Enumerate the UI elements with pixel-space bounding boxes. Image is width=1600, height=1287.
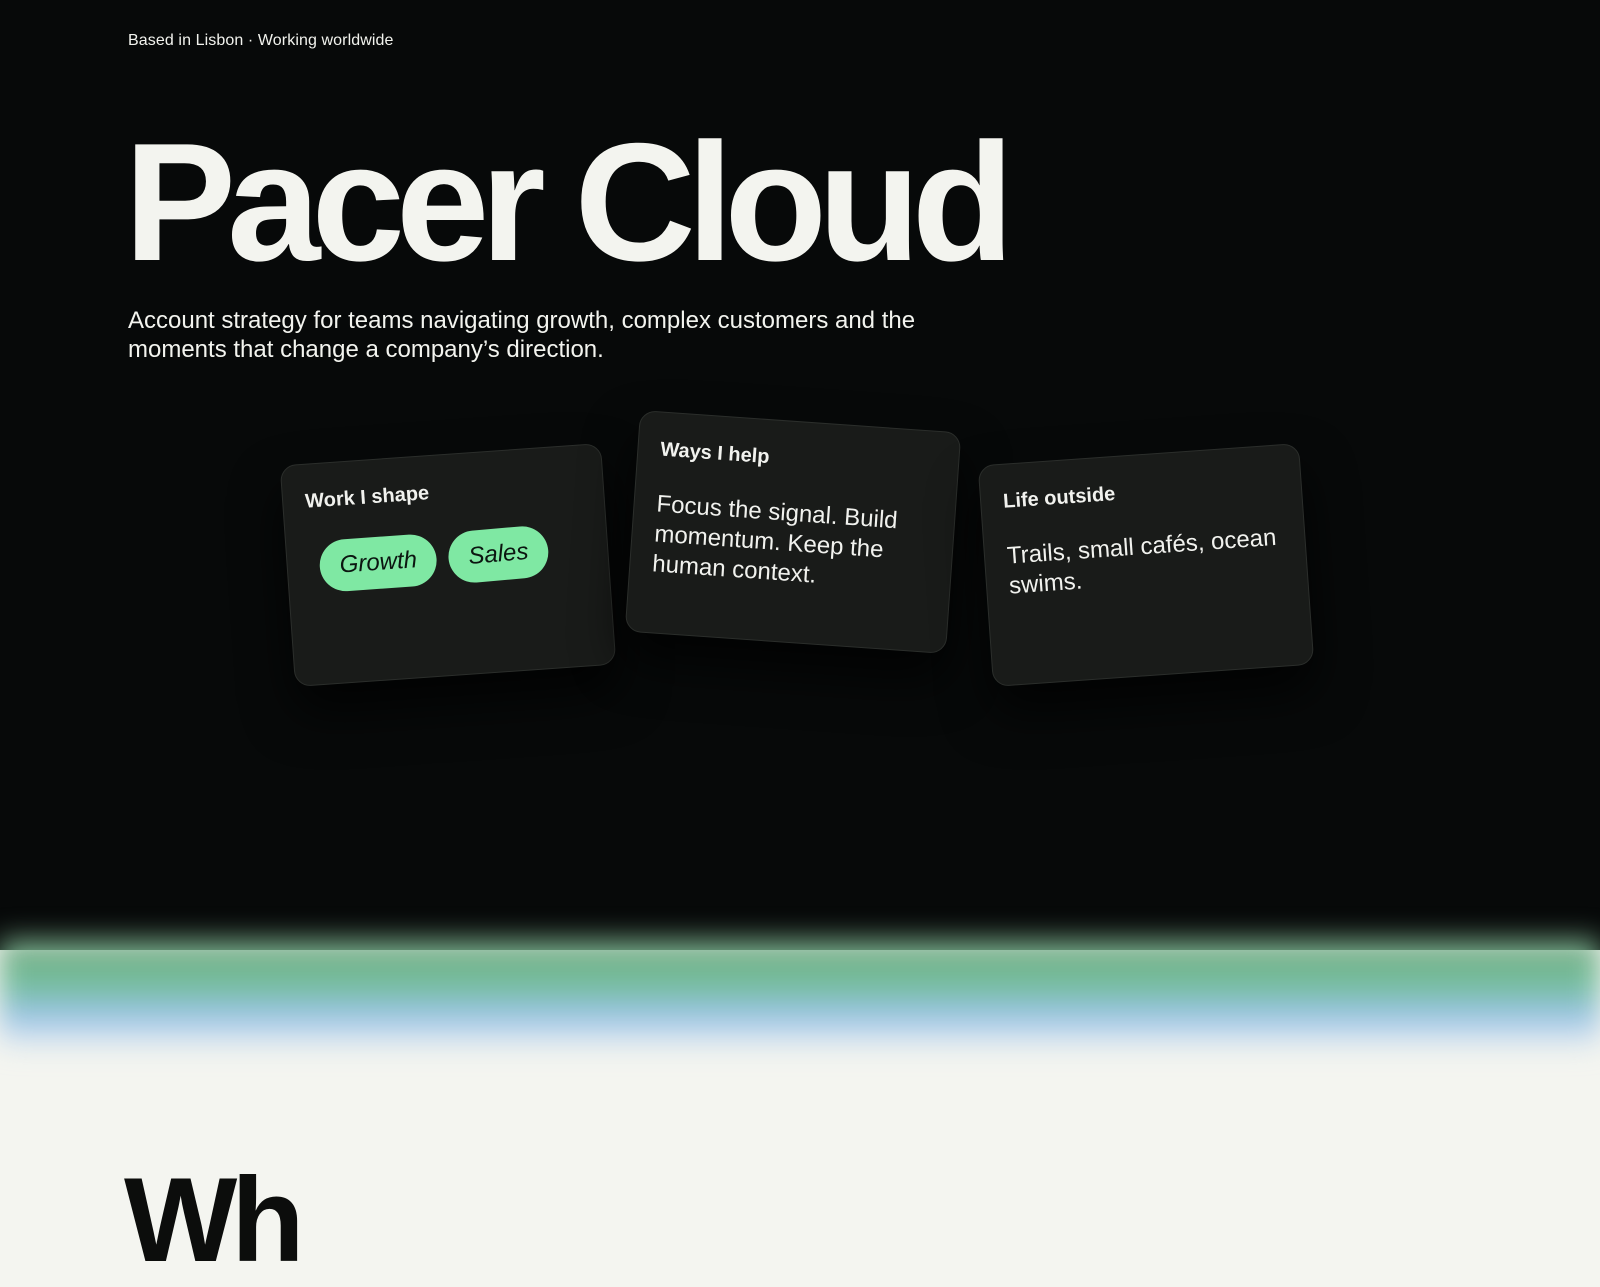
- tag-sales: Sales: [446, 524, 551, 585]
- tag-growth: Growth: [318, 532, 439, 593]
- card-ways-i-help: Ways I help Focus the signal. Build mome…: [624, 410, 962, 654]
- card-life-outside: Life outside Trails, small cafés, ocean …: [977, 443, 1315, 687]
- hero-section: Based in Lisbon · Working worldwide Pace…: [0, 0, 1600, 950]
- location-text: Based in Lisbon · Working worldwide: [128, 32, 394, 49]
- hero-subtitle: Account strategy for teams navigating gr…: [128, 307, 916, 363]
- gradient-divider: [0, 940, 1600, 1050]
- card-text: Focus the signal. Build momentum. Keep t…: [651, 490, 899, 589]
- page-title: Pacer Cloud: [124, 108, 1014, 296]
- card-title: Life outside: [1002, 483, 1116, 513]
- card-work-i-shape: Work I shape Growth Sales: [279, 443, 617, 687]
- card-text: Trails, small cafés, ocean swims.: [1006, 523, 1278, 600]
- tag-list: Growth Sales: [318, 522, 587, 593]
- section-heading: Wh: [124, 1153, 305, 1287]
- card-title: Ways I help: [659, 438, 771, 469]
- card-title: Work I shape: [304, 482, 430, 513]
